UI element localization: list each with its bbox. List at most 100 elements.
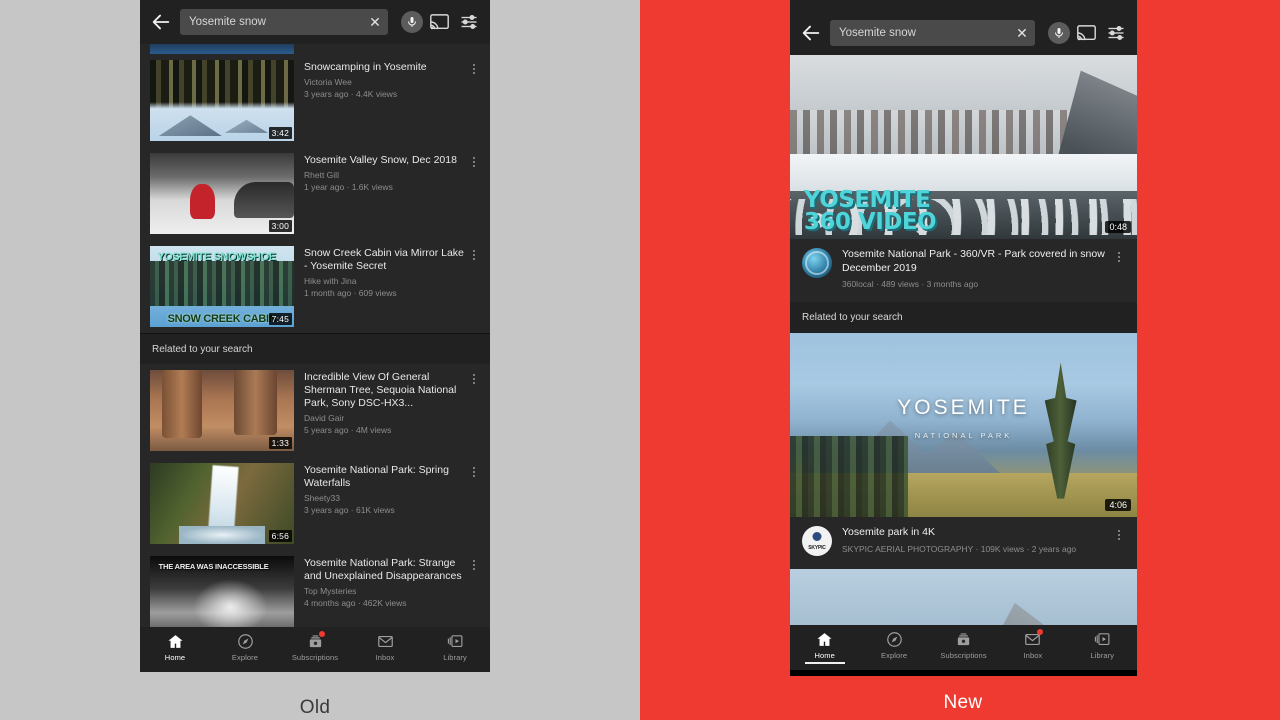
video-duration: 3:42 (268, 127, 292, 139)
thumbnail-art: THE AREA WAS INACCESSIBLE (150, 556, 294, 627)
thumbnail-art (790, 569, 1137, 625)
video-title: Yosemite park in 4K (842, 526, 935, 538)
nav-item-subscriptions[interactable]: Subscriptions (280, 631, 350, 662)
video-list-item[interactable]: 3:00 Yosemite Valley Snow, Dec 2018 Rhet… (140, 147, 490, 240)
nav-item-home[interactable]: Home (790, 630, 859, 664)
subscriptions-icon (929, 630, 998, 649)
envelope-icon (998, 629, 1067, 649)
video-thumbnail[interactable]: 6:56 (150, 463, 294, 544)
new-version-phone: Yosemite snow ✕ YOSEMITE 360 VIDEO 0:48 … (790, 0, 1137, 676)
video-metadata: SKYPIC Yosemite park in 4K SKYPIC AERIAL… (790, 517, 1137, 567)
partial-thumbnail-sliver (150, 44, 294, 54)
video-metadata: Yosemite Valley Snow, Dec 2018 Rhett Gil… (294, 153, 466, 234)
video-title: Snow Creek Cabin via Mirror Lake - Yosem… (304, 247, 464, 272)
video-list-item[interactable]: 3:42 Snowcamping in Yosemite Victoria We… (140, 54, 490, 147)
home-indicator-bar (790, 670, 1137, 676)
video-stats: 360local · 489 views · 3 months ago (842, 279, 979, 289)
nav-item-explore[interactable]: Explore (210, 632, 280, 662)
more-options-icon[interactable] (466, 153, 482, 234)
old-bottom-navigation[interactable]: Home Explore Subscriptions Inbox Library (140, 627, 490, 672)
microphone-icon[interactable] (401, 11, 423, 33)
nav-item-inbox[interactable]: Inbox (350, 632, 420, 662)
video-stats: 1 month ago · 609 views (304, 288, 397, 298)
more-options-icon[interactable] (466, 556, 482, 627)
new-bottom-navigation[interactable]: Home Explore Subscriptions Inbox Library (790, 625, 1137, 670)
notification-badge (1036, 629, 1043, 635)
clear-x-icon[interactable]: ✕ (1015, 26, 1029, 40)
nav-item-library[interactable]: Library (1068, 630, 1137, 660)
more-options-icon[interactable] (466, 246, 482, 327)
video-list-item[interactable]: THE AREA WAS INACCESSIBLE Yosemite Natio… (140, 550, 490, 627)
nav-label: Subscriptions (291, 653, 339, 662)
video-list-item[interactable]: YOSEMITE NATIONAL PARK 4:06 SKYPIC Yosem… (790, 333, 1137, 569)
new-results-list[interactable]: YOSEMITE 360 VIDEO 0:48 Yosemite Nationa… (790, 55, 1137, 625)
filter-settings-icon[interactable] (460, 14, 480, 30)
thumbnail-overlay-line1: YOSEMITE (803, 187, 931, 214)
video-thumbnail[interactable]: 3:00 (150, 153, 294, 234)
nav-item-home[interactable]: Home (140, 632, 210, 662)
active-tab-underline (804, 662, 845, 664)
envelope-icon (350, 632, 420, 651)
nav-label: Explore (881, 651, 908, 660)
video-list-item[interactable]: YOSEMITE SNOWSHOE SNOW CREEK CABIN 7:45 … (140, 240, 490, 333)
video-thumbnail[interactable]: YOSEMITE NATIONAL PARK 4:06 (790, 333, 1137, 517)
video-title: Yosemite Valley Snow, Dec 2018 (304, 154, 457, 166)
nav-label: Subscriptions (940, 651, 987, 660)
more-options-icon[interactable] (466, 370, 482, 451)
nav-label: Library (443, 653, 467, 662)
video-list-item[interactable]: 6:56 Yosemite National Park: Spring Wate… (140, 457, 490, 550)
thumbnail-overlay-caption: THE AREA WAS INACCESSIBLE (158, 562, 269, 572)
related-section-header: Related to your search (790, 302, 1137, 333)
video-list-item-partial[interactable] (790, 569, 1137, 625)
more-options-icon[interactable] (1111, 526, 1127, 556)
new-version-caption: New (943, 692, 983, 713)
more-options-icon[interactable] (466, 463, 482, 544)
video-stats: 3 years ago · 61K views (304, 505, 395, 515)
channel-avatar[interactable] (802, 248, 832, 278)
video-metadata: Snowcamping in Yosemite Victoria Wee 3 y… (294, 60, 466, 141)
back-arrow-icon[interactable] (146, 7, 176, 37)
cast-icon[interactable] (1077, 25, 1097, 41)
video-title: Yosemite National Park: Spring Waterfall… (304, 464, 449, 489)
more-options-icon[interactable] (466, 60, 482, 141)
nav-label: Explore (231, 653, 259, 662)
thumbnail-overlay-text: YOSEMITE 360 VIDEO (803, 187, 937, 236)
notification-badge (319, 631, 325, 637)
compass-icon (210, 632, 280, 651)
more-options-icon[interactable] (1111, 248, 1127, 289)
channel-avatar[interactable]: SKYPIC (802, 526, 832, 556)
nav-item-library[interactable]: Library (420, 632, 490, 662)
avatar-label: SKYPIC (808, 545, 826, 551)
microphone-icon[interactable] (1048, 22, 1070, 44)
video-thumbnail[interactable]: YOSEMITE 360 VIDEO 0:48 (790, 55, 1137, 239)
video-list-item[interactable]: 1:33 Incredible View Of General Sherman … (140, 364, 490, 457)
compass-icon (859, 630, 928, 649)
video-thumbnail[interactable]: 1:33 (150, 370, 294, 451)
old-results-list[interactable]: 3:42 Snowcamping in Yosemite Victoria We… (140, 44, 490, 627)
featured-video-card[interactable]: YOSEMITE 360 VIDEO 0:48 Yosemite Nationa… (790, 55, 1137, 302)
filter-settings-icon[interactable] (1107, 25, 1127, 41)
nav-label: Inbox (375, 653, 395, 662)
nav-item-explore[interactable]: Explore (859, 630, 928, 660)
video-metadata: Yosemite National Park - 360/VR - Park c… (790, 239, 1137, 300)
video-thumbnail[interactable]: YOSEMITE SNOWSHOE SNOW CREEK CABIN 7:45 (150, 246, 294, 327)
search-input[interactable]: Yosemite snow ✕ (180, 9, 388, 35)
thumbnail-overlay-line2: 360 VIDEO (803, 209, 937, 236)
clear-x-icon[interactable]: ✕ (368, 15, 382, 29)
video-channel: Sheety33 (304, 493, 340, 503)
new-search-topbar: Yosemite snow ✕ (790, 0, 1137, 55)
nav-item-subscriptions[interactable]: Subscriptions (929, 630, 998, 660)
video-duration: 3:00 (268, 220, 292, 232)
video-thumbnail[interactable] (790, 569, 1137, 625)
video-metadata: Snow Creek Cabin via Mirror Lake - Yosem… (294, 246, 466, 327)
nav-item-inbox[interactable]: Inbox (998, 629, 1067, 660)
video-thumbnail[interactable]: 3:42 (150, 60, 294, 141)
related-section-header: Related to your search (140, 333, 490, 364)
back-arrow-icon[interactable] (796, 18, 826, 48)
old-search-topbar: Yosemite snow ✕ (140, 0, 490, 44)
video-thumbnail[interactable]: THE AREA WAS INACCESSIBLE (150, 556, 294, 627)
search-input[interactable]: Yosemite snow ✕ (830, 20, 1035, 46)
cast-icon[interactable] (430, 14, 450, 30)
nav-label: Library (1090, 651, 1115, 660)
nav-label: Home (164, 653, 186, 662)
